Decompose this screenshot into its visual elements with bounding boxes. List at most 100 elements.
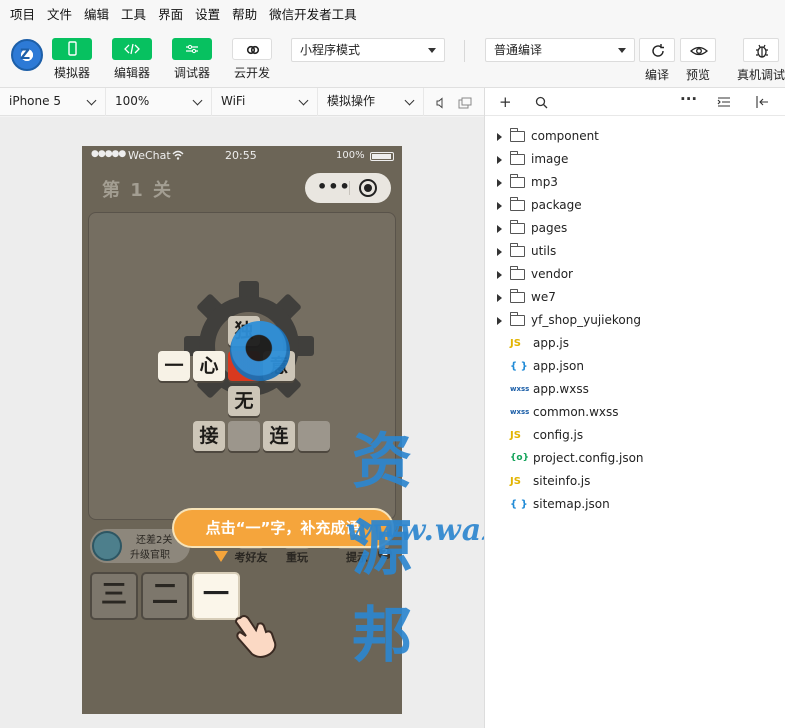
editor-label: 编辑器	[113, 66, 150, 80]
popout-icon[interactable]	[458, 97, 472, 109]
board-cell[interactable]: 连	[263, 421, 295, 451]
level-title: 第 1 关	[102, 180, 174, 201]
upgrade-line1: 还差2关	[136, 535, 173, 546]
upgrade-line2: 升级官职	[130, 550, 170, 561]
folder-name: image	[531, 152, 569, 166]
cloud-link-icon	[246, 45, 260, 55]
zoom-value: 100%	[115, 94, 150, 108]
chevron-down-icon	[86, 95, 97, 106]
more-icon[interactable]: •••	[317, 177, 351, 196]
capsule-divider	[349, 181, 350, 195]
avatar[interactable]: Z	[11, 39, 43, 71]
board-cell[interactable]: 心	[193, 351, 225, 381]
real-debug-label: 真机调试	[736, 68, 785, 82]
caret-right-icon	[497, 133, 502, 141]
bug-icon	[756, 44, 768, 58]
menu-view[interactable]: 界面	[152, 4, 189, 23]
toolbar: Z 模拟器 编辑器 调试器 云开发 小程序模式 普通编译 编译 预览 真机调试	[0, 26, 785, 88]
device-select[interactable]: iPhone 5	[0, 88, 106, 116]
compile-select[interactable]: 普通编译	[485, 38, 635, 62]
chevron-down-icon	[192, 95, 203, 106]
menu-edit[interactable]: 编辑	[78, 4, 115, 23]
board-cell[interactable]: 无	[228, 386, 260, 416]
network-select[interactable]: WiFi	[212, 88, 318, 116]
debugger-label: 调试器	[173, 66, 210, 80]
file-name: app.json	[533, 359, 584, 373]
simulator-area: ●●●●● WeChat 20:55 100% 第 1 关 ••• 一 心 无 …	[0, 117, 624, 728]
simulator-label: 模拟器	[53, 66, 90, 80]
tree-folder[interactable]: image	[485, 148, 785, 171]
board-cell[interactable]	[228, 421, 260, 451]
tree-file[interactable]: JS siteinfo.js	[485, 470, 785, 493]
tree-folder[interactable]: mp3	[485, 171, 785, 194]
tree-folder[interactable]: package	[485, 194, 785, 217]
eye-icon	[690, 46, 708, 56]
tree-folder[interactable]: component	[485, 125, 785, 148]
folder-name: mp3	[531, 175, 558, 189]
menu-tools[interactable]: 工具	[115, 4, 152, 23]
json-file-icon: { }	[510, 361, 528, 372]
caret-right-icon	[497, 202, 502, 210]
board-cell[interactable]	[298, 421, 330, 451]
menu-help[interactable]: 帮助	[226, 4, 263, 23]
config-file-icon: {o}	[510, 453, 529, 463]
menu-project[interactable]: 项目	[4, 4, 41, 23]
battery-label: 100%	[336, 150, 365, 161]
more-icon[interactable]: ···	[680, 90, 697, 108]
search-icon[interactable]	[535, 96, 548, 109]
folder-icon	[510, 289, 525, 303]
board-cell[interactable]: 一	[158, 351, 190, 381]
folder-icon	[510, 128, 525, 142]
add-file-icon[interactable]: +	[499, 93, 512, 111]
file-name: app.js	[533, 336, 569, 350]
wxss-file-icon: wxss	[510, 385, 530, 393]
caret-right-icon	[497, 271, 502, 279]
mode-select[interactable]: 小程序模式	[291, 38, 445, 62]
compile-button[interactable]: 编译	[634, 38, 680, 83]
cloud-button[interactable]: 云开发	[231, 38, 273, 81]
json-file-icon: { }	[510, 499, 528, 510]
board-cell[interactable]: 接	[193, 421, 225, 451]
code-icon	[124, 43, 140, 55]
chevron-down-icon	[404, 95, 415, 106]
js-file-icon: JS	[510, 430, 521, 441]
refresh-icon	[652, 44, 664, 57]
close-mini-program-icon[interactable]	[359, 179, 377, 197]
tree-folder[interactable]: vendor	[485, 263, 785, 286]
menu-file[interactable]: 文件	[41, 4, 78, 23]
collapse-list-icon[interactable]	[717, 96, 731, 108]
real-debug-button[interactable]: 真机调试	[735, 38, 785, 83]
js-file-icon: JS	[510, 338, 521, 349]
share-label: 考好友	[234, 551, 268, 564]
menu-settings[interactable]: 设置	[189, 4, 226, 23]
editor-button[interactable]: 编辑器	[111, 38, 153, 81]
tree-file[interactable]: {o} project.config.json	[485, 447, 785, 470]
zoom-select[interactable]: 100%	[106, 88, 212, 116]
volume-icon[interactable]	[435, 97, 447, 109]
folder-name: component	[531, 129, 599, 143]
menu-devtools[interactable]: 微信开发者工具	[263, 4, 363, 23]
dock-panel-icon[interactable]	[755, 95, 769, 109]
tree-folder[interactable]: pages	[485, 217, 785, 240]
option-tile[interactable]: 二	[141, 572, 189, 620]
tree-file[interactable]: wxss common.wxss	[485, 401, 785, 424]
tap-hand-icon	[234, 615, 277, 658]
tree-file[interactable]: JS config.js	[485, 424, 785, 447]
tree-file[interactable]: { } app.json	[485, 355, 785, 378]
phone-icon	[68, 41, 77, 56]
clock: 20:55	[225, 149, 257, 162]
tree-folder[interactable]: yf_shop_yujiekong	[485, 309, 785, 332]
tree-folder[interactable]: we7	[485, 286, 785, 309]
debugger-button[interactable]: 调试器	[171, 38, 213, 81]
tree-file[interactable]: { } sitemap.json	[485, 493, 785, 516]
file-name: common.wxss	[533, 405, 619, 419]
tree-file[interactable]: wxss app.wxss	[485, 378, 785, 401]
tree-file[interactable]: JS app.js	[485, 332, 785, 355]
preview-button[interactable]: 预览	[675, 38, 721, 83]
tree-folder[interactable]: utils	[485, 240, 785, 263]
device-value: iPhone 5	[9, 94, 61, 108]
simulator-button[interactable]: 模拟器	[51, 38, 93, 81]
operation-select[interactable]: 模拟操作	[318, 88, 424, 116]
option-tile[interactable]: 三	[90, 572, 138, 620]
replay-label: 重玩	[286, 551, 308, 564]
